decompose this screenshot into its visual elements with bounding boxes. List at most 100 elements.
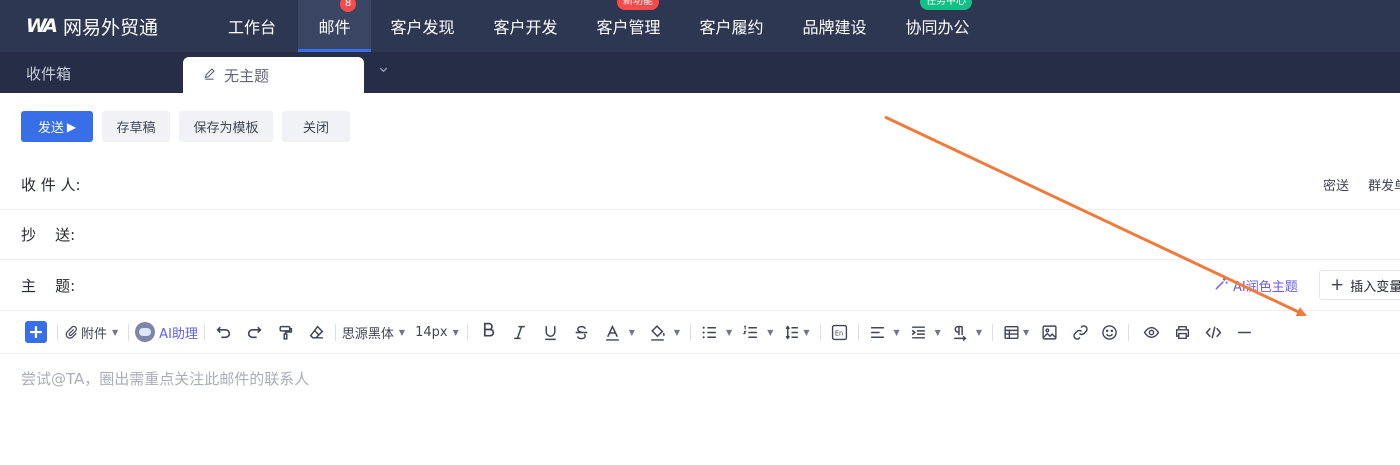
image-icon <box>1041 324 1058 341</box>
minus-icon <box>1236 324 1253 341</box>
insert-image-button[interactable] <box>1041 320 1058 344</box>
bullet-list-icon <box>701 324 718 341</box>
numbered-list-button[interactable]: ▼ <box>742 320 773 344</box>
tab-inbox[interactable]: 收件箱 <box>26 52 71 93</box>
table-button[interactable]: ▼ <box>1003 320 1029 344</box>
undo-icon <box>215 324 232 341</box>
caret-down-icon: ▼ <box>893 327 900 337</box>
eye-icon <box>1143 324 1160 341</box>
magic-wand-icon <box>1214 276 1229 295</box>
task-center-badge: 任务中心 <box>920 0 972 10</box>
strikethrough-icon <box>573 324 590 341</box>
redo-icon <box>246 324 263 341</box>
nav-item-workbench[interactable]: 工作台 <box>206 0 298 52</box>
nav-item-customer-fulfillment[interactable]: 客户履约 <box>680 0 783 52</box>
paragraph-direction-button[interactable]: ▼ <box>951 320 982 344</box>
save-draft-button[interactable]: 存草稿 <box>102 111 170 142</box>
font-size-select[interactable]: 14px ▼ <box>415 320 459 344</box>
compose-actions: 发送 ▶ 存草稿 保存为模板 关闭 <box>21 111 359 142</box>
caret-down-icon: ▼ <box>673 327 681 337</box>
preview-button[interactable] <box>1143 320 1160 344</box>
caret-down-icon: ▼ <box>975 327 982 337</box>
insert-link-button[interactable] <box>1072 320 1089 344</box>
toolbar-divider <box>857 323 859 341</box>
nav-item-mail[interactable]: 邮件 8 <box>298 0 371 52</box>
caret-down-icon: ▼ <box>934 327 941 337</box>
mail-tab-bar: 收件箱 无主题 <box>0 52 1400 93</box>
underline-icon <box>542 324 559 341</box>
line-height-icon <box>783 324 800 341</box>
eraser-icon <box>308 324 325 341</box>
app-logo[interactable]: WA 网易外贸通 <box>26 0 206 52</box>
printer-icon <box>1174 324 1191 341</box>
english-box-icon: En <box>831 324 848 341</box>
nav-item-customer-management[interactable]: 客户管理 新功能 <box>577 0 680 52</box>
insert-menu-button[interactable]: + <box>25 320 47 344</box>
indent-button[interactable]: ▼ <box>910 320 941 344</box>
chevron-down-icon[interactable] <box>378 64 389 78</box>
source-code-button[interactable] <box>1205 320 1222 344</box>
subject-input[interactable] <box>100 270 1100 300</box>
nav-item-brand-building[interactable]: 品牌建设 <box>783 0 886 52</box>
nav-item-label: 客户发现 <box>390 18 455 37</box>
nav-item-collaboration[interactable]: 协同办公 任务中心 <box>886 0 989 52</box>
font-family-select[interactable]: 思源黑体 ▼ <box>342 320 405 344</box>
bullet-list-button[interactable]: ▼ <box>701 320 732 344</box>
print-button[interactable] <box>1174 320 1191 344</box>
attachment-label: 附件 <box>81 326 108 342</box>
clear-format-button[interactable] <box>308 320 325 344</box>
nav-item-customer-development[interactable]: 客户开发 <box>474 0 577 52</box>
subject-row: 主 题: AI润色主题 + 插入变量 <box>0 260 1400 310</box>
ai-assistant-button[interactable]: AI助理 <box>135 320 198 344</box>
smiley-icon <box>1101 324 1118 341</box>
italic-button[interactable] <box>511 320 528 344</box>
toolbar-divider <box>334 323 336 341</box>
plus-icon: + <box>25 321 47 343</box>
caret-down-icon: ▼ <box>767 327 774 337</box>
indent-icon <box>910 324 927 341</box>
redo-button[interactable] <box>246 320 263 344</box>
logo-mark: WA <box>26 15 58 37</box>
undo-button[interactable] <box>215 320 232 344</box>
ai-polish-subject-button[interactable]: AI润色主题 <box>1214 276 1298 295</box>
align-button[interactable]: ▼ <box>869 320 900 344</box>
font-color-button[interactable]: ▼ <box>604 320 635 344</box>
strikethrough-button[interactable] <box>573 320 590 344</box>
emoji-button[interactable] <box>1101 320 1118 344</box>
line-height-button[interactable]: ▼ <box>783 320 810 344</box>
horizontal-rule-button[interactable] <box>1236 320 1253 344</box>
nav-item-customer-discovery[interactable]: 客户发现 <box>371 0 474 52</box>
tab-compose-label: 无主题 <box>224 66 270 85</box>
close-button[interactable]: 关闭 <box>282 111 350 142</box>
send-button[interactable]: 发送 ▶ <box>21 111 93 142</box>
underline-button[interactable] <box>542 320 559 344</box>
editor-body[interactable]: 尝试@TA，圈出需重点关注此邮件的联系人 <box>21 368 309 389</box>
editor-placeholder: 尝试@TA，圈出需重点关注此邮件的联系人 <box>21 370 310 388</box>
bold-button[interactable] <box>480 320 497 344</box>
link-icon <box>1072 324 1089 341</box>
send-button-label: 发送 <box>37 121 64 136</box>
recipient-label: 收 件 人: <box>21 176 81 194</box>
recipient-input[interactable] <box>100 169 1100 200</box>
insert-variable-button[interactable]: + 插入变量 <box>1319 270 1400 300</box>
save-template-button[interactable]: 保存为模板 <box>179 111 273 142</box>
group-send-link[interactable]: 群发单 <box>1368 175 1400 194</box>
attachment-button[interactable]: 附件 ▼ <box>64 320 118 344</box>
nav-item-label: 客户开发 <box>493 18 558 37</box>
format-painter-button[interactable] <box>277 320 294 344</box>
paperclip-icon <box>64 325 78 339</box>
toolbar-divider <box>128 323 130 341</box>
new-feature-badge: 新功能 <box>617 0 659 10</box>
toolbar-divider <box>991 323 993 341</box>
tab-compose[interactable]: 无主题 <box>183 57 364 93</box>
toolbar-divider <box>819 323 821 341</box>
highlight-color-button[interactable]: ▼ <box>649 320 680 344</box>
cc-input[interactable] <box>100 219 1100 250</box>
recipient-row: 收 件 人: 密送 群发单 <box>0 160 1400 210</box>
bcc-link[interactable]: 密送 <box>1323 175 1349 194</box>
toolbar-divider <box>1128 323 1130 341</box>
svg-text:En: En <box>834 329 842 337</box>
toolbar-divider <box>466 323 468 341</box>
translate-button[interactable]: En <box>831 320 848 344</box>
insert-variable-label: 插入变量 <box>1350 279 1400 295</box>
